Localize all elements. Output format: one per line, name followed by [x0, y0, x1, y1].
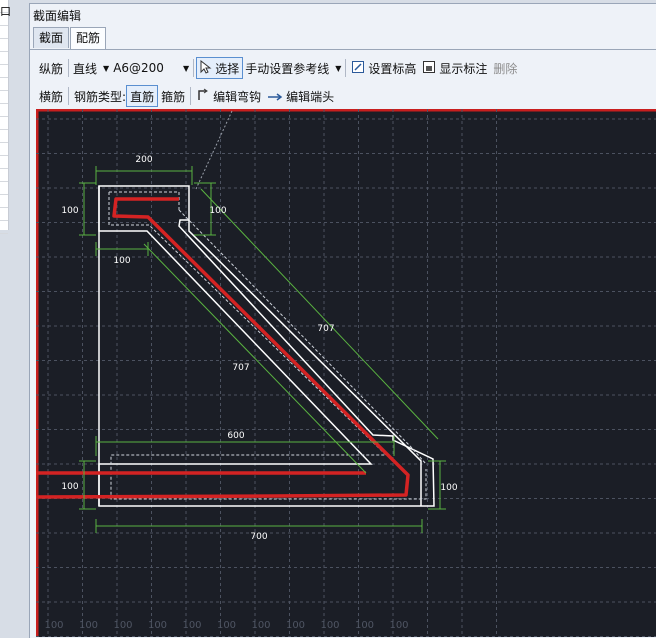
set-elevation-button[interactable]: 设置标高: [348, 57, 419, 79]
grid-label: 100: [79, 620, 98, 631]
longitudinal-rebar-button[interactable]: 纵筋: [36, 57, 66, 79]
dim-top-right-height: 100: [209, 206, 226, 216]
rebar-type-label: 钢筋类型:: [74, 89, 127, 104]
straight-rebar-button[interactable]: 直筋: [126, 85, 159, 107]
line-mode-dropdown[interactable]: 直线 ▼: [71, 58, 111, 78]
toolbar-type: 横筋 钢筋类型: 直筋 箍筋 编辑弯钩 编辑端头: [36, 84, 337, 108]
tab-bar: 截面 配筋: [33, 27, 107, 50]
line-mode-value: 直线: [73, 61, 98, 76]
grid-label: 100: [286, 620, 305, 631]
tab-rebar[interactable]: 配筋: [70, 27, 107, 50]
left-panel-label: 口: [0, 5, 11, 18]
arrow-right-icon: [267, 88, 283, 105]
edit-end-label: 编辑端头: [286, 89, 335, 104]
edit-hook-label: 编辑弯钩: [213, 89, 262, 104]
select-label: 选择: [215, 61, 240, 76]
toolbar-separator: [68, 87, 70, 105]
set-elevation-label: 设置标高: [368, 61, 417, 76]
left-panel-strip: 口: [0, 0, 11, 234]
tab-section[interactable]: 截面: [33, 27, 70, 48]
dim-top-bottom-width: 100: [113, 256, 130, 266]
toolbar-separator: [345, 59, 347, 77]
elevation-icon: [351, 60, 365, 77]
grid-label: 100: [320, 620, 339, 631]
grid-label: 100: [217, 620, 236, 631]
manual-reference-line-label: 手动设置参考线: [245, 61, 330, 76]
grid-label: 100: [251, 620, 270, 631]
grid-label: 100: [182, 620, 201, 631]
dim-diagonal-inner: 707: [232, 363, 249, 373]
dim-top-width: 200: [135, 155, 152, 165]
edit-hook-button[interactable]: 编辑弯钩: [193, 85, 264, 107]
select-button[interactable]: 选择: [196, 57, 244, 79]
grid-label: 100: [44, 620, 63, 631]
window-title: 截面编辑: [33, 9, 82, 23]
dim-bottom-total: 700: [250, 532, 267, 542]
stirrup-button[interactable]: 箍筋: [158, 85, 188, 107]
show-dimension-label: 显示标注: [439, 61, 488, 76]
show-dimension-button[interactable]: 显示标注: [419, 57, 490, 79]
rebar-spec-dropdown[interactable]: A6@200 ▼: [111, 58, 191, 78]
dim-bottom-left-height: 100: [61, 482, 78, 492]
drawing-canvas[interactable]: 200 100 100 100 707 707 600 100 100 700 …: [36, 109, 656, 637]
dimension-icon: [422, 60, 436, 77]
toolbar-rebar: 纵筋 直线 ▼ A6@200 ▼ 选择 手动设置参考线 ▼ 设置标高 显示标注 …: [36, 56, 520, 80]
rebar-spec-value: A6@200: [113, 61, 164, 75]
transverse-rebar-button[interactable]: 横筋: [36, 85, 66, 107]
chevron-down-icon: ▼: [183, 63, 190, 73]
hook-icon: [196, 88, 210, 105]
delete-button[interactable]: 删除: [490, 57, 520, 79]
cursor-arrow-icon: [200, 59, 212, 77]
chevron-down-icon: ▼: [103, 63, 110, 73]
grid-label: 100: [389, 620, 408, 631]
toolbar-separator: [193, 59, 195, 77]
dim-diagonal-outer: 707: [317, 324, 334, 334]
chevron-down-icon: ▼: [335, 63, 342, 73]
grid-label: 100: [148, 620, 167, 631]
toolbar-separator: [68, 59, 70, 77]
tab-divider: [30, 49, 656, 50]
toolbar-separator: [190, 87, 192, 105]
dim-top-left-height: 100: [61, 206, 78, 216]
grid-label: 100: [113, 620, 132, 631]
grid-label: 100: [355, 620, 374, 631]
dim-bottom-right-height: 100: [440, 483, 457, 493]
dim-bottom-inner-length: 600: [227, 431, 244, 441]
edit-end-button[interactable]: 编辑端头: [264, 85, 337, 107]
manual-reference-line-dropdown[interactable]: 手动设置参考线 ▼: [243, 58, 343, 78]
